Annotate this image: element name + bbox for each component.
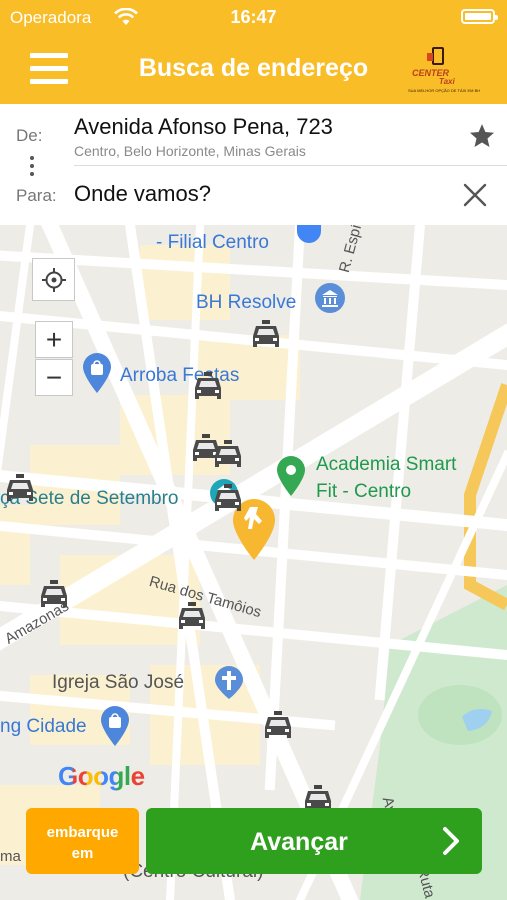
pickup-here-label: embarque em — [46, 824, 119, 862]
logo-tagline: SUA MELHOR OPÇÃO DE TÁXI EM BH — [408, 88, 481, 93]
battery-icon — [461, 9, 498, 24]
google-logo-text: Google — [58, 761, 145, 791]
next-button[interactable]: Avançar — [146, 808, 482, 874]
taxi-icon[interactable] — [212, 440, 244, 470]
phone-icon — [427, 47, 444, 65]
clear-destination-icon[interactable] — [462, 182, 488, 208]
crosshair-icon — [42, 268, 66, 292]
favorite-star-icon[interactable] — [468, 122, 496, 150]
bank-icon[interactable] — [314, 282, 346, 314]
status-time: 16:47 — [230, 7, 277, 27]
poi-label[interactable]: Academia Smart — [316, 454, 456, 476]
poi-label[interactable]: Fit - Centro — [316, 481, 411, 503]
field-divider — [74, 165, 507, 166]
route-panel: De: Avenida Afonso Pena, 723 Centro, Bel… — [0, 104, 507, 225]
center-taxi-logo: CENTER Taxi SUA MELHOR OPÇÃO DE TÁXI EM … — [408, 44, 480, 96]
street-label: ma — [0, 848, 21, 865]
taxi-icon[interactable] — [262, 711, 294, 741]
shopping-bag-pin-icon[interactable] — [100, 705, 130, 747]
shopping-bag-pin-icon[interactable] — [82, 352, 112, 394]
poi-label[interactable]: BH Resolve — [196, 292, 296, 314]
logo-word-taxi: Taxi — [439, 77, 455, 86]
zoom-in-label: + — [45, 324, 63, 355]
from-label: De: — [16, 126, 43, 145]
taxi-icon[interactable] — [176, 602, 208, 632]
poi-label[interactable]: Igreja São José — [52, 672, 184, 694]
poi-pin-icon[interactable] — [296, 225, 322, 247]
gym-pin-icon[interactable] — [276, 455, 306, 497]
locate-me-button[interactable] — [32, 258, 75, 301]
origin-detail: Centro, Belo Horizonte, Minas Gerais — [74, 143, 306, 159]
taxi-icon[interactable] — [4, 474, 36, 504]
church-icon[interactable] — [214, 666, 244, 700]
taxi-icon[interactable] — [192, 372, 224, 402]
zoom-out-button[interactable]: − — [35, 359, 73, 396]
poi-label[interactable]: ng Cidade — [0, 716, 87, 738]
status-bar: Operadora 16:47 — [0, 0, 507, 34]
taxi-icon[interactable] — [250, 320, 282, 350]
zoom-in-button[interactable]: + — [35, 321, 73, 358]
origin-address[interactable]: Avenida Afonso Pena, 723 — [74, 114, 333, 140]
to-label: Para: — [16, 186, 57, 205]
pickup-here-button[interactable]: embarque em — [26, 808, 139, 874]
destination-input[interactable]: Onde vamos? — [74, 181, 211, 207]
google-attribution: Google — [58, 761, 145, 792]
chevron-right-icon — [443, 827, 459, 855]
poi-label[interactable]: - Filial Centro — [156, 232, 269, 254]
top-bar: Busca de endereço CENTER Taxi SUA MELHOR… — [0, 34, 507, 104]
taxi-icon[interactable] — [212, 484, 244, 514]
taxi-icon[interactable] — [38, 580, 70, 610]
next-label: Avançar — [250, 828, 348, 856]
route-dots-icon — [30, 156, 34, 180]
map-view[interactable]: - Filial Centro BH Resolve Arroba Festas… — [0, 225, 507, 900]
zoom-out-label: − — [45, 362, 63, 393]
